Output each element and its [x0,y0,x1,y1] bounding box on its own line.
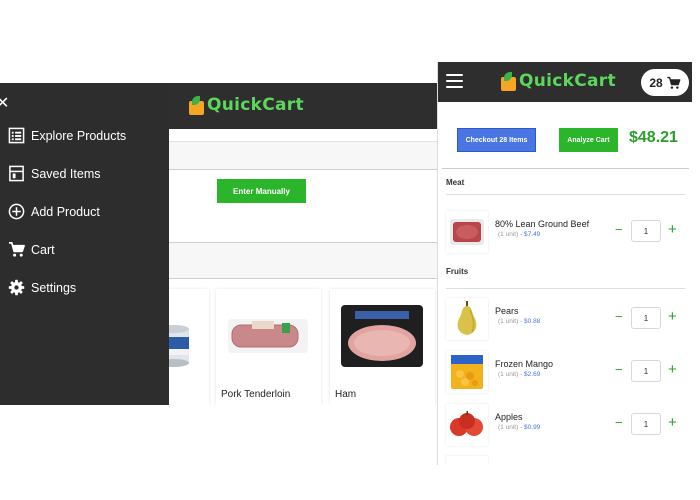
list-icon [8,127,25,144]
product-card[interactable]: Pork Tenderloin [216,289,321,405]
item-name: Apples [495,412,523,422]
product-card[interactable]: Ham [330,289,435,405]
decrease-quantity-button[interactable]: − [615,363,623,377]
search-strip[interactable] [169,141,437,170]
quantity-field[interactable]: 1 [631,220,661,242]
filter-strip[interactable] [169,242,437,279]
drawer-item-saved-items[interactable]: Saved Items [8,165,100,182]
right-screen: QuickCart 28 Checkout 28 Items Analyze C… [437,62,692,465]
scan-panel: Enter Manually Pork Tenderloin Ham [159,129,437,405]
item-thumbnail [446,298,488,340]
drawer-item-settings[interactable]: Settings [8,279,76,296]
left-screen: QuickCart Enter Manually Pork Tenderloin… [0,83,437,405]
app-header: QuickCart 28 [438,62,692,102]
decrease-quantity-button[interactable]: − [615,416,623,430]
item-unit-price: (1 unit) - $2.69 [498,371,541,378]
item-thumbnail [446,211,488,253]
close-drawer-icon[interactable]: ✕ [0,93,9,113]
item-thumbnail [446,351,488,393]
navigation-drawer: ✕ Explore Products Saved Items Add Produ… [0,83,169,405]
item-name: Frozen Mango [495,359,554,369]
app-name: QuickCart [207,95,304,115]
drawer-item-label: Settings [31,280,77,295]
cart-total: $48.21 [629,129,678,146]
divider [446,288,685,289]
cart-item: Frozen Mango (1 unit) - $2.69 − 1 + [446,351,686,393]
increase-quantity-button[interactable]: + [668,362,677,377]
decrease-quantity-button[interactable]: − [615,310,623,324]
item-unit-price: (1 unit) - $0.99 [498,424,541,431]
increase-quantity-button[interactable]: + [668,415,677,430]
item-name: Pears [495,306,519,316]
decrease-quantity-button[interactable]: − [615,223,623,237]
cart-count-button[interactable]: 28 [641,69,689,96]
cart-item: Apples (1 unit) - $0.99 − 1 + [446,404,686,446]
quantity-field[interactable]: 1 [631,413,661,435]
add-circle-icon [8,203,25,220]
analyze-cart-button[interactable]: Analyze Cart [559,128,618,152]
increase-quantity-button[interactable]: + [668,309,677,324]
quantity-field[interactable]: 1 [631,307,661,329]
section-title-meat: Meat [446,178,465,187]
drawer-item-add-product[interactable]: Add Product [8,203,100,220]
ground-beef-image [450,219,484,245]
item-unit-price: (1 unit) - $0.88 [498,318,541,325]
divider [446,194,685,195]
section-title-fruits: Fruits [446,267,469,276]
checkout-button[interactable]: Checkout 28 Items [457,128,536,152]
gear-icon [8,279,25,296]
drawer-item-label: Saved Items [31,166,101,181]
app-name: QuickCart [519,71,616,91]
item-unit-price: (1 unit) - $7.49 [498,231,541,238]
increase-quantity-button[interactable]: + [668,222,677,237]
cart-icon [8,242,25,257]
cart-item: 80% Lean Ground Beef (1 unit) - $7.49 − … [446,211,686,253]
product-name: Ham [335,389,357,400]
item-name: 80% Lean Ground Beef [495,219,590,229]
cart-icon [666,76,681,89]
drawer-item-explore-products[interactable]: Explore Products [8,127,126,144]
cart-item: Pears (1 unit) - $0.88 − 1 + [446,298,686,340]
pear-image [457,301,477,335]
saved-icon [9,165,24,182]
pork-tenderloin-image [228,319,308,353]
item-thumbnail [446,456,488,465]
shopping-bag-icon [189,95,204,115]
frozen-mango-image [451,355,483,389]
enter-manually-button[interactable]: Enter Manually [217,179,306,203]
shopping-bag-icon [501,71,516,91]
quantity-field[interactable]: 1 [631,360,661,382]
app-logo: QuickCart [501,71,616,91]
product-name: Pork Tenderloin [221,389,291,400]
ham-image [341,305,423,367]
item-thumbnail [446,404,488,446]
cart-count: 28 [649,75,663,90]
drawer-item-label: Explore Products [31,128,127,143]
app-logo: QuickCart [189,95,304,115]
drawer-item-cart[interactable]: Cart [8,241,55,258]
cart-panel: Checkout 28 Items Analyze Cart $48.21 Me… [438,102,692,465]
drawer-item-label: Cart [31,242,55,257]
drawer-item-label: Add Product [31,204,100,219]
divider [442,168,689,169]
menu-icon[interactable] [446,74,463,88]
apples-image [450,411,483,436]
